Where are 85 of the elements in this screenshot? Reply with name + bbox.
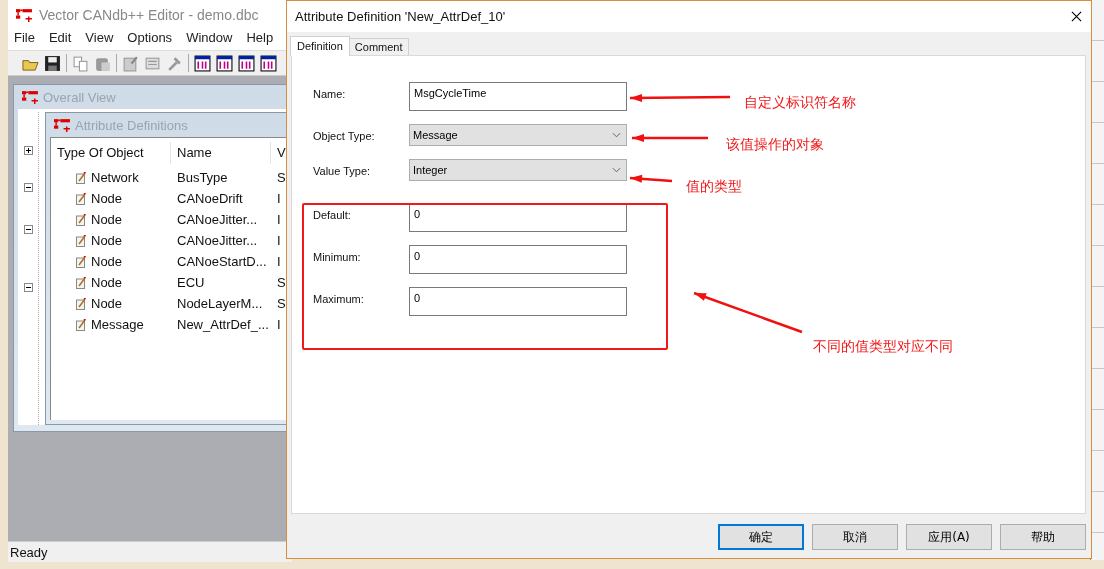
input-field[interactable]: 0 (409, 203, 627, 232)
dropdown[interactable]: Integer (409, 159, 627, 181)
table-cell-text: ECU (176, 275, 206, 290)
collapse-icon[interactable] (24, 225, 33, 234)
pencil-icon (76, 171, 86, 184)
network-icon (22, 89, 39, 105)
pencil-icon (76, 276, 86, 289)
copy-icon[interactable] (72, 54, 89, 72)
arrow-annotation (629, 174, 673, 183)
menu-item[interactable]: Edit (48, 30, 72, 50)
pencil-icon (76, 255, 86, 268)
table-cell-text: I (276, 212, 281, 227)
input-field[interactable]: 0 (409, 287, 627, 316)
input-field[interactable]: MsgCycleTime (409, 82, 627, 111)
pencil-icon (76, 318, 86, 331)
network-icon (16, 7, 33, 23)
window-title: Attribute Definitions (75, 117, 188, 133)
view-icon[interactable] (216, 54, 233, 72)
save-icon[interactable] (44, 54, 61, 72)
table-cell: Node (91, 212, 123, 227)
table-cell-text: I (276, 317, 281, 332)
collapse-icon[interactable] (24, 283, 33, 292)
menu-item[interactable]: Window (186, 30, 233, 50)
tab[interactable]: Definition (290, 36, 350, 56)
table-cell-text: New_AttrDef_... (176, 317, 270, 332)
table-cell: Node (91, 233, 123, 248)
table-cell-text: NodeLayerM... (176, 296, 264, 311)
pencil-icon (76, 192, 86, 205)
table-cell: Network (91, 170, 139, 185)
window-title: Overall View (43, 89, 116, 105)
tab[interactable]: Comment (348, 38, 409, 55)
dialog-button[interactable]: 应用(A) (906, 524, 992, 550)
dialog-button[interactable]: 取消 (812, 524, 898, 550)
field-label: Maximum: (313, 292, 365, 305)
annotation-text: 值的类型 (686, 178, 742, 196)
network-icon (54, 117, 71, 133)
table-cell-text: CANoeStartD... (176, 254, 268, 269)
expand-icon[interactable] (24, 146, 33, 155)
table-cell: Node (91, 275, 123, 290)
window-title: Vector CANdb++ Editor - demo.dbc (39, 7, 259, 23)
column-header[interactable]: Type Of Object (51, 142, 171, 164)
menu-item[interactable]: View (85, 30, 114, 50)
table-cell-text: S (276, 296, 286, 311)
table-cell-text: I (276, 233, 281, 248)
dialog-title: Attribute Definition 'New_AttrDef_10' (295, 9, 506, 24)
annotation-text: 自定义标识符名称 (744, 94, 856, 112)
menu-item[interactable]: Options (127, 30, 173, 50)
field-label: Minimum: (313, 250, 362, 263)
dropdown[interactable]: Message (409, 124, 627, 146)
chevron-down-icon[interactable] (612, 167, 621, 173)
field-label: Name: (313, 87, 347, 100)
view-icon[interactable] (194, 54, 211, 72)
table-cell-text: BusType (176, 170, 229, 185)
chevron-down-icon[interactable] (612, 132, 621, 138)
table-cell-text: I (276, 191, 281, 206)
edit-icon[interactable] (122, 54, 139, 72)
input-field[interactable]: 0 (409, 245, 627, 274)
dialog-button[interactable]: 确定 (718, 524, 804, 550)
column-header[interactable]: Name (171, 142, 271, 164)
field-label: Object Type: (313, 129, 376, 142)
table-cell: Node (91, 254, 123, 269)
annotation-text: 不同的值类型对应不同 (813, 338, 953, 356)
table-cell-text: S (276, 170, 286, 185)
table-cell-text: CANoeJitter... (176, 233, 259, 248)
table-cell-text: S (276, 275, 286, 290)
menu-item[interactable]: File (14, 30, 35, 50)
table-cell: Node (91, 191, 123, 206)
field-label: Value Type: (313, 164, 372, 177)
view-icon[interactable] (238, 54, 255, 72)
table-cell-text: CANoeJitter... (176, 212, 259, 227)
field-label: Default: (313, 208, 352, 221)
view-icon[interactable] (260, 54, 277, 72)
pencil-icon (76, 213, 86, 226)
dialog-button[interactable]: 帮助 (1000, 524, 1086, 550)
table-cell-text: CANoeDrift (176, 191, 244, 206)
status-text: Ready (10, 544, 48, 560)
pencil-icon (76, 234, 86, 247)
menu-item[interactable]: Help (246, 30, 274, 50)
annotation-text: 该值操作的对象 (726, 136, 824, 154)
table-cell: Node (91, 296, 123, 311)
close-icon[interactable] (1071, 11, 1082, 22)
table-cell: Message (91, 317, 144, 332)
pencil-icon (76, 297, 86, 310)
table-cell-text: I (276, 254, 281, 269)
collapse-icon[interactable] (24, 183, 33, 192)
